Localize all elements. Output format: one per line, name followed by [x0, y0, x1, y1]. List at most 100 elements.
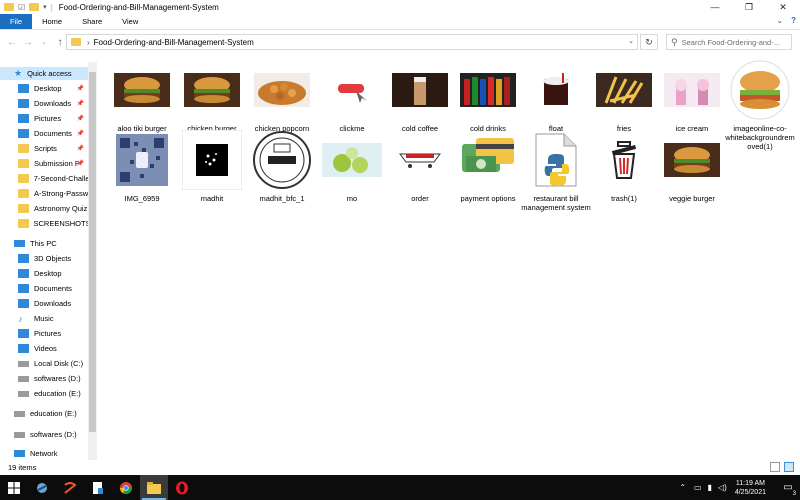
- new-folder-icon[interactable]: [29, 3, 40, 11]
- sidebar-item-pictures[interactable]: Pictures 📌: [18, 112, 88, 125]
- sidebar-item-education-drive[interactable]: education (E:): [14, 407, 77, 420]
- window-title: Food-Ordering-and-Bill-Management-System: [58, 2, 219, 12]
- sidebar-item-quick-access[interactable]: ★ Quick access: [0, 67, 88, 80]
- sidebar-item-documents[interactable]: Documents: [18, 282, 88, 295]
- sidebar-item-documents[interactable]: Documents 📌: [18, 127, 88, 140]
- nav-scrollbar[interactable]: [88, 62, 97, 460]
- battery-icon[interactable]: ▮: [708, 483, 712, 492]
- sidebar-item-label: education (E:): [34, 389, 81, 398]
- properties-icon[interactable]: ☑: [18, 3, 25, 12]
- file-item[interactable]: madhit: [176, 130, 248, 203]
- network-status-icon[interactable]: ▭: [694, 483, 702, 492]
- file-item[interactable]: restaurant bill management system: [520, 130, 592, 212]
- sidebar-item-desktop[interactable]: Desktop 📌: [18, 82, 88, 95]
- clock[interactable]: 11:19 AM 4/25/2021: [735, 479, 766, 497]
- cortana-icon[interactable]: [28, 475, 56, 500]
- start-button[interactable]: [0, 475, 28, 500]
- clock-date: 4/25/2021: [734, 488, 766, 496]
- folder-icon: [18, 189, 29, 198]
- file-item[interactable]: madhit_bfc_1: [246, 130, 318, 203]
- sidebar-item-this-pc[interactable]: This PC: [14, 237, 57, 250]
- search-input[interactable]: ⚲ Search Food-Ordering-and-...: [666, 34, 792, 50]
- sidebar-item-astronomy-quiz[interactable]: Astronomy Quiz: [18, 202, 88, 215]
- breadcrumb-separator-icon[interactable]: ›: [87, 38, 90, 47]
- scrollbar-thumb[interactable]: [89, 72, 96, 432]
- sidebar-item-label: Local Disk (C:): [34, 359, 84, 368]
- file-item[interactable]: chicken burger: [176, 60, 248, 133]
- close-button[interactable]: ✕: [766, 0, 800, 14]
- help-icon[interactable]: ?: [791, 16, 796, 25]
- file-name: mo: [346, 194, 358, 203]
- sidebar-item-7-second-challe[interactable]: 7-Second-Challe: [18, 172, 88, 185]
- pin-icon[interactable]: 📌: [77, 160, 84, 167]
- pin-icon[interactable]: 📌: [77, 100, 84, 107]
- sidebar-item-desktop[interactable]: Desktop: [18, 267, 88, 280]
- file-thumbnail: [322, 60, 382, 120]
- tab-view[interactable]: View: [112, 14, 148, 29]
- sidebar-item-local-disk-c[interactable]: Local Disk (C:): [18, 357, 88, 370]
- back-arrow-icon[interactable]: ←: [4, 37, 20, 48]
- details-view-button[interactable]: [770, 462, 780, 472]
- minimize-button[interactable]: —: [698, 0, 732, 14]
- file-thumbnail: [458, 130, 518, 190]
- sidebar-item-submission-p[interactable]: Submission P 📌: [18, 157, 88, 170]
- pin-icon[interactable]: 📌: [77, 145, 84, 152]
- tab-home[interactable]: Home: [32, 14, 72, 29]
- volume-icon[interactable]: ◁): [718, 483, 727, 492]
- refresh-button[interactable]: ↻: [640, 34, 658, 50]
- file-item[interactable]: trash(1): [588, 130, 660, 203]
- sidebar-item-music[interactable]: ♪ Music: [18, 312, 88, 325]
- action-center-button[interactable]: ▭ 3: [776, 475, 800, 500]
- sidebar-item-pictures[interactable]: Pictures: [18, 327, 88, 340]
- file-item[interactable]: float: [520, 60, 592, 133]
- file-explorer-icon[interactable]: [140, 475, 168, 500]
- file-item[interactable]: mo: [316, 130, 388, 203]
- large-icons-view-button[interactable]: [784, 462, 794, 472]
- expand-ribbon-icon[interactable]: ⌄: [776, 16, 783, 25]
- sidebar-item-screenshots[interactable]: SCREENSHOTS: [18, 217, 88, 230]
- folder-icon: [18, 159, 29, 168]
- customize-toolbar-icon[interactable]: ▾: [43, 3, 47, 11]
- file-thumbnail: [526, 130, 586, 190]
- file-item[interactable]: fries: [588, 60, 660, 133]
- file-item[interactable]: aloo tiki burger: [106, 60, 178, 133]
- file-item[interactable]: imageonline-co-whitebackgroundremoved(1): [724, 60, 796, 151]
- forward-arrow-icon[interactable]: →: [20, 37, 36, 48]
- recent-locations-icon[interactable]: ⌄: [36, 38, 52, 46]
- sidebar-item-3d-objects[interactable]: 3D Objects: [18, 252, 88, 265]
- file-item[interactable]: order: [384, 130, 456, 203]
- pin-icon[interactable]: 📌: [77, 115, 84, 122]
- file-item[interactable]: cold coffee: [384, 60, 456, 133]
- address-bar[interactable]: › Food-Ordering-and-Bill-Management-Syst…: [66, 34, 638, 50]
- file-item[interactable]: veggie burger: [656, 130, 728, 203]
- sidebar-item-downloads[interactable]: Downloads 📌: [18, 97, 88, 110]
- show-hidden-icons-icon[interactable]: ⌃: [679, 483, 686, 492]
- file-item[interactable]: cold drinks: [452, 60, 524, 133]
- tab-file[interactable]: File: [0, 14, 33, 29]
- sidebar-item-videos[interactable]: Videos: [18, 342, 88, 355]
- pin-icon[interactable]: 📌: [77, 85, 84, 92]
- maximize-button[interactable]: ❐: [732, 0, 766, 14]
- file-item[interactable]: ice cream: [656, 60, 728, 133]
- breadcrumb[interactable]: Food-Ordering-and-Bill-Management-System: [94, 38, 254, 47]
- tab-share[interactable]: Share: [72, 14, 112, 29]
- opera-icon[interactable]: [168, 475, 196, 500]
- taskbar: ⌃ ▭ ▮ ◁) 11:19 AM 4/25/2021 ▭ 3: [0, 475, 800, 500]
- file-item[interactable]: IMG_6959: [106, 130, 178, 203]
- sidebar-item-softwares-d[interactable]: softwares (D:): [18, 372, 88, 385]
- file-item[interactable]: payment options: [452, 130, 524, 203]
- sidebar-item-scripts[interactable]: Scripts 📌: [18, 142, 88, 155]
- file-item[interactable]: chicken popcorn: [246, 60, 318, 133]
- sidebar-item-downloads[interactable]: Downloads: [18, 297, 88, 310]
- app-icon[interactable]: [56, 475, 84, 500]
- document-app-icon[interactable]: [84, 475, 112, 500]
- sidebar-item-softwares-drive[interactable]: softwares (D:): [14, 428, 77, 441]
- sidebar-item-education-e[interactable]: education (E:): [18, 387, 88, 400]
- file-thumbnail: [182, 130, 242, 190]
- file-item[interactable]: clickme: [316, 60, 388, 133]
- chrome-icon[interactable]: [112, 475, 140, 500]
- sidebar-item-a-strong-passw[interactable]: A-Strong-Passw: [18, 187, 88, 200]
- address-dropdown-icon[interactable]: ⌄: [628, 37, 634, 45]
- pin-icon[interactable]: 📌: [77, 130, 84, 137]
- sidebar-item-network[interactable]: Network: [14, 447, 58, 460]
